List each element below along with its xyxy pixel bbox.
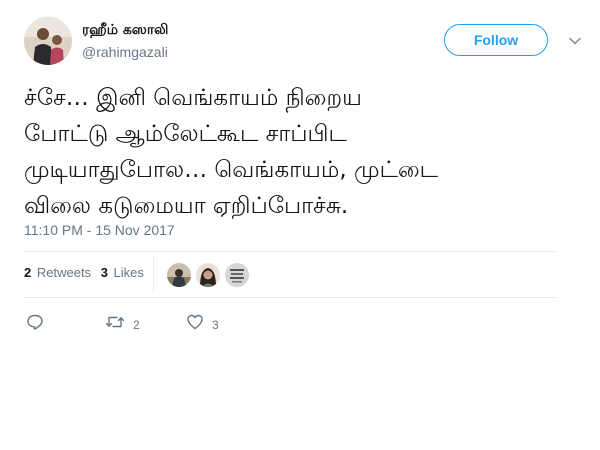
author-handle[interactable]: @rahimgazali bbox=[82, 44, 168, 60]
tweet-stats: 2 Retweets 3 Likes bbox=[24, 265, 144, 280]
retweets-count: 2 bbox=[24, 265, 32, 280]
retweets-label: Retweets bbox=[36, 265, 92, 280]
tweet-text-line: போட்டு ஆம்லேட்கூட சாப்பிட bbox=[24, 121, 347, 147]
divider bbox=[24, 251, 556, 252]
liker-avatar[interactable] bbox=[225, 263, 249, 287]
reply-button[interactable] bbox=[26, 313, 44, 336]
retweet-count: 2 bbox=[133, 317, 140, 332]
follow-button[interactable]: Follow bbox=[444, 24, 548, 56]
heart-icon bbox=[186, 313, 204, 336]
chevron-down-icon[interactable] bbox=[568, 34, 582, 48]
author-display-name[interactable]: ரஹீம் கஸாலி bbox=[82, 22, 168, 40]
retweet-icon bbox=[105, 313, 125, 336]
retweet-button[interactable]: 2 bbox=[105, 313, 140, 336]
tweet-text-line: ச்சே… இனி வெங்காயம் நிறைய bbox=[24, 85, 362, 111]
likes-stat[interactable]: 3 Likes bbox=[101, 265, 144, 280]
likes-label: Likes bbox=[113, 265, 144, 280]
like-button[interactable]: 3 bbox=[186, 313, 219, 336]
retweets-stat[interactable]: 2 Retweets bbox=[24, 265, 91, 280]
tweet-timestamp[interactable]: 11:10 PM - 15 Nov 2017 bbox=[24, 222, 175, 238]
tweet-text-line: விலை கடுமையா ஏறிப்போச்சு. bbox=[24, 193, 349, 219]
liker-avatar[interactable] bbox=[196, 263, 220, 287]
divider bbox=[24, 297, 556, 298]
avatar[interactable] bbox=[24, 17, 72, 65]
tweet-card: ரஹீம் கஸாலி @rahimgazali Follow ச்சே… இன… bbox=[0, 0, 600, 450]
tweet-text: ச்சே… இனி வெங்காயம் நிறைய போட்டு ஆம்லேட்… bbox=[24, 80, 564, 224]
stats-separator bbox=[153, 256, 154, 292]
reply-icon bbox=[26, 313, 44, 336]
likes-count: 3 bbox=[100, 265, 108, 280]
tweet-text-line: முடியாதுபோல… வெங்காயம், முட்டை bbox=[24, 157, 438, 183]
like-count: 3 bbox=[212, 317, 219, 332]
liker-avatar[interactable] bbox=[167, 263, 191, 287]
